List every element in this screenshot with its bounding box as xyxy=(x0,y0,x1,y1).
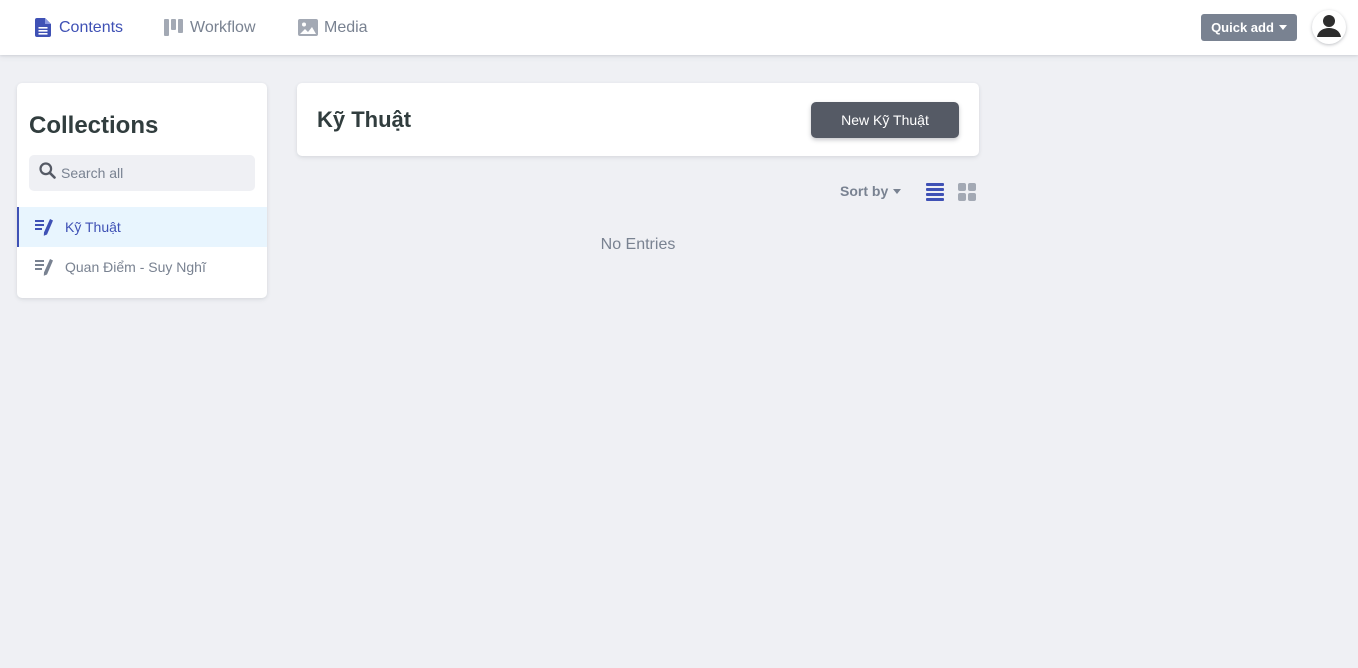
collection-item-label: Kỹ Thuật xyxy=(65,219,121,235)
nav-contents-label: Contents xyxy=(59,18,124,36)
top-navbar: Contents Workflow Media Quick add xyxy=(0,0,1358,55)
nav-media-label: Media xyxy=(324,18,368,36)
sidebar-title: Collections xyxy=(29,112,159,139)
kanban-icon xyxy=(164,18,184,38)
collection-item-label: Quan Điểm - Suy Nghĩ xyxy=(65,259,206,275)
nav-workflow-label: Workflow xyxy=(190,18,256,36)
collections-sidebar: Collections Kỹ Thuật xyxy=(17,83,267,298)
sort-by-dropdown[interactable]: Sort by xyxy=(840,181,902,201)
nav-contents[interactable]: Contents xyxy=(33,0,123,55)
grid-view-icon xyxy=(957,183,977,207)
user-icon xyxy=(1314,10,1344,44)
nav-media[interactable]: Media xyxy=(298,0,368,55)
user-avatar-button[interactable] xyxy=(1312,10,1346,44)
image-icon xyxy=(298,18,318,38)
collection-item-ky-thuat[interactable]: Kỹ Thuật xyxy=(17,207,267,247)
search-input[interactable] xyxy=(61,165,241,181)
grid-view-toggle[interactable] xyxy=(957,181,977,203)
quick-add-label: Quick add xyxy=(1211,20,1274,35)
collection-header-card: Kỹ Thuật New Kỹ Thuật xyxy=(297,83,979,156)
document-icon xyxy=(33,18,53,38)
quick-add-button[interactable]: Quick add xyxy=(1201,14,1297,41)
empty-state-text: No Entries xyxy=(600,236,676,253)
sort-by-label: Sort by xyxy=(840,183,889,199)
nav-workflow[interactable]: Workflow xyxy=(164,0,256,55)
caret-down-icon xyxy=(893,188,902,194)
caret-down-icon xyxy=(1278,25,1287,30)
search-icon xyxy=(39,162,56,184)
search-box[interactable] xyxy=(29,155,255,191)
collection-title: Kỹ Thuật xyxy=(317,107,412,132)
new-entry-button[interactable]: New Kỹ Thuật xyxy=(811,102,959,138)
list-view-icon xyxy=(925,183,945,207)
edit-list-icon xyxy=(35,257,55,277)
list-view-toggle[interactable] xyxy=(925,181,945,203)
edit-list-icon xyxy=(35,217,55,237)
collection-item-quan-diem[interactable]: Quan Điểm - Suy Nghĩ xyxy=(17,247,267,287)
